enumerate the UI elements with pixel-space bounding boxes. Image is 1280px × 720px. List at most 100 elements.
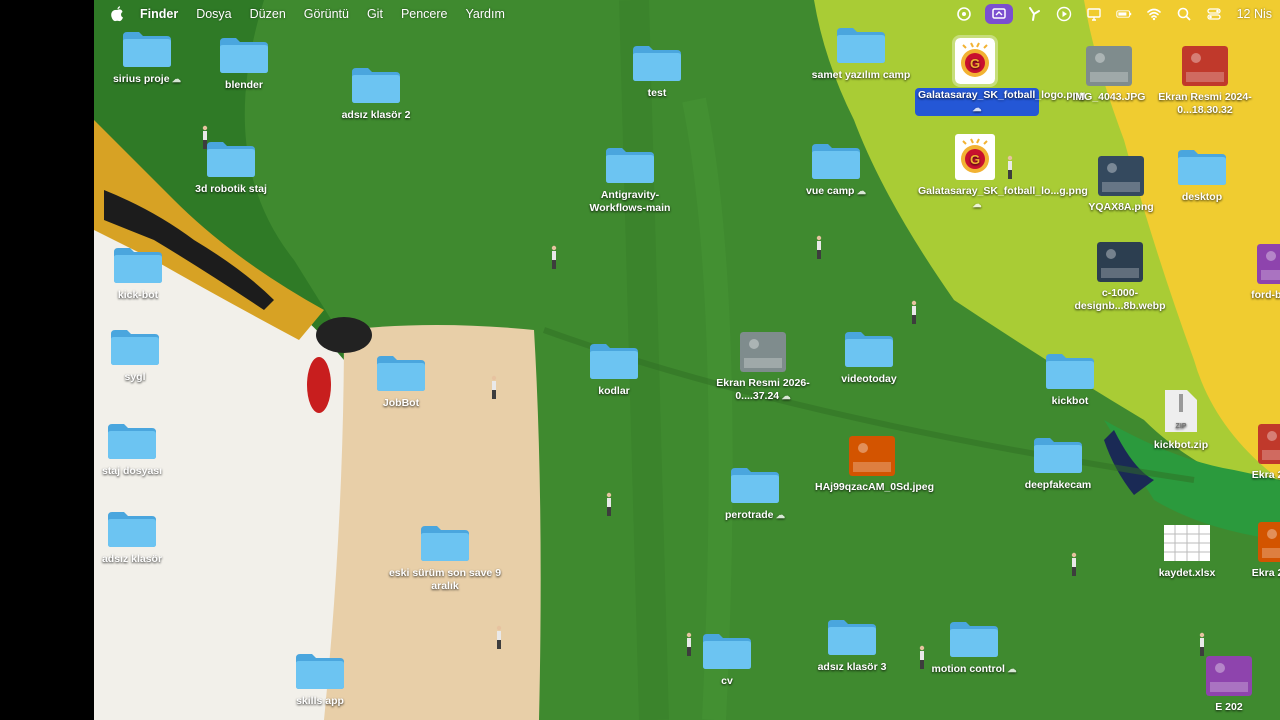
desktop-item[interactable]: G Galatasaray_SK_fotball_logo.png ☁ (915, 35, 1085, 116)
desktop-item[interactable]: Ekra 2025-0 (1221, 522, 1280, 581)
desktop-item-label: samet yazılım camp (811, 69, 911, 81)
icloud-status-icon: ☁ (854, 186, 866, 196)
menu-goruntu[interactable]: Görüntü (304, 7, 349, 21)
desktop-item-label: Ekra 2026-0 (1251, 469, 1280, 481)
desktop-item[interactable]: adsız klasör 2 (316, 64, 436, 123)
screen-mirroring-icon[interactable] (984, 4, 1013, 24)
icloud-status-icon: ☁ (972, 103, 982, 113)
fan-icon[interactable] (1025, 6, 1043, 22)
folder-icon (950, 622, 998, 657)
golfer-figure-icon (816, 235, 822, 259)
desktop-item[interactable]: adsız klasör 3 (792, 616, 912, 675)
desktop-item[interactable]: videotoday (809, 328, 929, 387)
desktop-item-label: cv (721, 675, 733, 687)
desktop-item[interactable]: HAj99qzacAM_0Sd.jpeg (812, 436, 934, 495)
desktop-item-label: Ekran Resmi 2024-0...18.30.32 (1158, 91, 1252, 116)
desktop-item[interactable]: kick-bot (94, 244, 198, 303)
desktop-item-label: deepfakecam (1024, 479, 1092, 491)
folder-icon (590, 344, 638, 379)
icloud-status-icon: ☁ (1004, 664, 1017, 674)
desktop-item-label: staj dosyası (101, 465, 163, 477)
image-thumbnail-icon (740, 332, 786, 372)
desktop-item-label: adsız klasör 3 (817, 661, 887, 673)
golfer-figure-icon (551, 245, 557, 269)
golfer-figure-icon (911, 300, 917, 324)
folder-icon (123, 32, 171, 67)
desktop-item-label: blender (225, 79, 263, 91)
menu-git[interactable]: Git (367, 7, 383, 21)
desktop-item-label: Galatasaray_SK_fotball_lo...g.png ☁ (918, 185, 1088, 209)
apple-menu-icon[interactable] (110, 6, 124, 22)
desktop-item-label: 3d robotik staj (195, 183, 267, 195)
desktop-item[interactable]: Ekran Resmi 2026-0....37.24 ☁ (703, 332, 823, 404)
folder-icon (1046, 354, 1094, 389)
desktop-item[interactable]: Antigravity-Workflows-main (570, 144, 690, 216)
desktop-item[interactable]: deepfakecam (998, 434, 1118, 493)
desktop-item[interactable]: skills app (260, 650, 380, 709)
desktop-item-label: sygl (124, 371, 146, 383)
menu-duzen[interactable]: Düzen (250, 7, 286, 21)
play-icon[interactable] (1055, 6, 1073, 22)
folder-icon (377, 356, 425, 391)
desktop-item[interactable]: JobBot (341, 352, 461, 411)
image-thumbnail-icon: G (952, 35, 998, 87)
golfer-figure-icon (1199, 632, 1205, 656)
desktop-item[interactable]: staj dosyası (94, 420, 192, 479)
menu-yardim[interactable]: Yardım (466, 7, 505, 21)
wifi-icon[interactable] (1145, 6, 1163, 22)
desktop-item[interactable]: vue camp ☁ (776, 140, 896, 199)
desktop-item-label: videotoday (841, 373, 897, 385)
desktop-item[interactable]: desktop (1142, 146, 1262, 205)
spotlight-search-icon[interactable] (1175, 6, 1193, 22)
menu-bar-clock[interactable]: 12 Nis (1237, 7, 1272, 21)
desktop-item[interactable]: G Galatasaray_SK_fotball_lo...g.png ☁ (915, 134, 1088, 212)
golfer-figure-icon (202, 125, 208, 149)
golfer-figure-icon (1007, 155, 1013, 179)
golfer-figure-icon (1071, 552, 1077, 576)
desktop-item[interactable]: perotrade ☁ (695, 464, 815, 523)
desktop-item-label: Antigravity-Workflows-main (589, 189, 671, 214)
icloud-status-icon: ☁ (972, 199, 982, 209)
display-icon[interactable] (1085, 6, 1103, 22)
desktop-item[interactable]: kickbot (1010, 350, 1130, 409)
desktop-item[interactable]: Ekra 2026-0 (1221, 424, 1280, 483)
menu-dosya[interactable]: Dosya (196, 7, 231, 21)
desktop-item[interactable]: adsız klasör (94, 508, 192, 567)
desktop-item-label: c-1000-designb...8b.webp (1074, 287, 1166, 312)
desktop-item[interactable]: motion control ☁ (914, 618, 1034, 677)
zip-file-icon: ZIP (1165, 390, 1197, 432)
icloud-status-icon: ☁ (773, 510, 785, 520)
desktop-item[interactable]: test (597, 42, 717, 101)
folder-icon (837, 28, 885, 63)
svg-text:G: G (970, 152, 980, 167)
desktop-item[interactable]: 3d robotik staj (171, 138, 291, 197)
battery-icon[interactable] (1115, 6, 1133, 22)
desktop-item-label: adsız klasör 2 (341, 109, 411, 121)
folder-icon (108, 424, 156, 459)
desktop-item-label: kick-bot (117, 289, 159, 301)
menu-pencere[interactable]: Pencere (401, 7, 448, 21)
image-thumbnail-icon (1206, 656, 1252, 696)
desktop-screen: Finder Dosya Düzen Görüntü Git Pencere Y… (94, 0, 1280, 720)
desktop-item-label: eski sürüm son save 9 aralık (388, 567, 502, 592)
control-center-icon[interactable] (1205, 6, 1223, 22)
menu-app-finder[interactable]: Finder (140, 7, 178, 21)
icloud-status-icon: ☁ (779, 391, 791, 401)
desktop-item-label: kodlar (598, 385, 630, 397)
desktop-item[interactable]: ford-boss-3 (1220, 244, 1280, 303)
desktop-item[interactable]: Ekran Resmi 2024-0...18.30.32 (1145, 46, 1265, 118)
desktop-item[interactable]: E 202 (1169, 656, 1280, 715)
desktop-item[interactable]: eski sürüm son save 9 aralık (385, 522, 505, 594)
desktop-item[interactable]: c-1000-designb...8b.webp (1060, 242, 1180, 314)
desktop-item[interactable]: sygl (94, 326, 195, 385)
status-bar: 12 Nis (943, 0, 1280, 28)
desktop-item[interactable]: kodlar (554, 340, 674, 399)
desktop-item[interactable]: samet yazılım camp (801, 24, 921, 83)
desktop-item[interactable]: blender (184, 34, 304, 93)
folder-icon (1178, 150, 1226, 185)
folder-icon (812, 144, 860, 179)
icloud-status-icon: ☁ (169, 74, 182, 84)
golfer-figure-icon (606, 492, 612, 516)
siri-icon[interactable] (955, 6, 973, 22)
golfer-figure-icon (686, 632, 692, 656)
